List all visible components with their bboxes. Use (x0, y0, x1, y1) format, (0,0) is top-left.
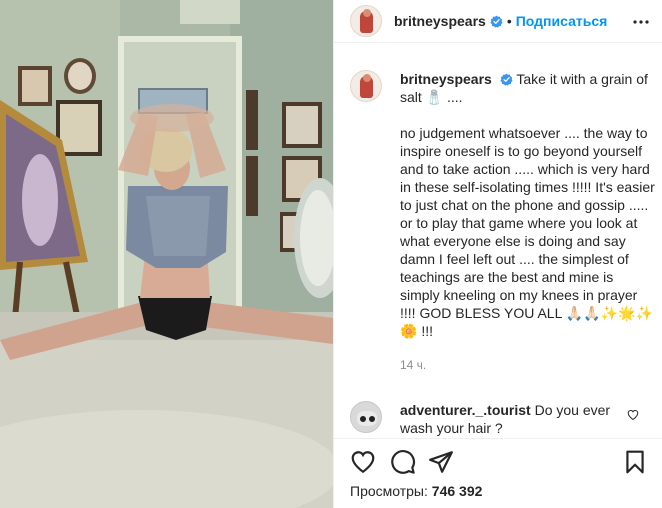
caption-section: britneyspears Take it with a grain of sa… (334, 70, 662, 374)
caption-author-avatar[interactable] (350, 70, 382, 102)
separator-dot: • (506, 13, 512, 29)
caption-username[interactable]: britneyspears (400, 71, 492, 87)
verified-badge-icon (500, 73, 513, 86)
comment-icon[interactable] (390, 449, 416, 475)
comment-item: adventurer._.tourist Do you ever wash yo… (350, 401, 655, 437)
commenter-avatar[interactable] (350, 401, 382, 433)
post-timestamp[interactable]: 14 ч. (400, 356, 655, 374)
verified-badge-icon (490, 15, 503, 28)
post-header: britneyspears • Подписаться (334, 0, 662, 43)
post-viewer: britneyspears • Подписаться britneyspear… (0, 0, 662, 508)
comment-like-heart-icon[interactable] (627, 409, 639, 421)
views-count: 746 392 (431, 483, 483, 499)
views-label: Просмотры: (350, 483, 428, 499)
post-actions-bar: Просмотры: 746 392 (334, 438, 662, 508)
post-side-panel: britneyspears • Подписаться britneyspear… (333, 0, 662, 508)
caption-text-block: britneyspears Take it with a grain of sa… (400, 70, 655, 374)
bookmark-icon[interactable] (622, 449, 648, 475)
video-frame-illustration (0, 0, 333, 508)
author-avatar[interactable] (350, 5, 382, 37)
comment-text-block: adventurer._.tourist Do you ever wash yo… (400, 401, 630, 437)
heart-icon[interactable] (350, 449, 376, 475)
follow-button[interactable]: Подписаться (516, 13, 608, 29)
comment-username[interactable]: adventurer._.tourist (400, 402, 531, 418)
post-video[interactable] (0, 0, 333, 508)
views-counter[interactable]: Просмотры: 746 392 (350, 483, 482, 499)
more-options-icon[interactable] (631, 12, 651, 32)
share-icon[interactable] (428, 449, 454, 475)
author-username[interactable]: britneyspears (394, 13, 486, 29)
caption-body-text: no judgement whatsoever .... the way to … (400, 125, 655, 339)
